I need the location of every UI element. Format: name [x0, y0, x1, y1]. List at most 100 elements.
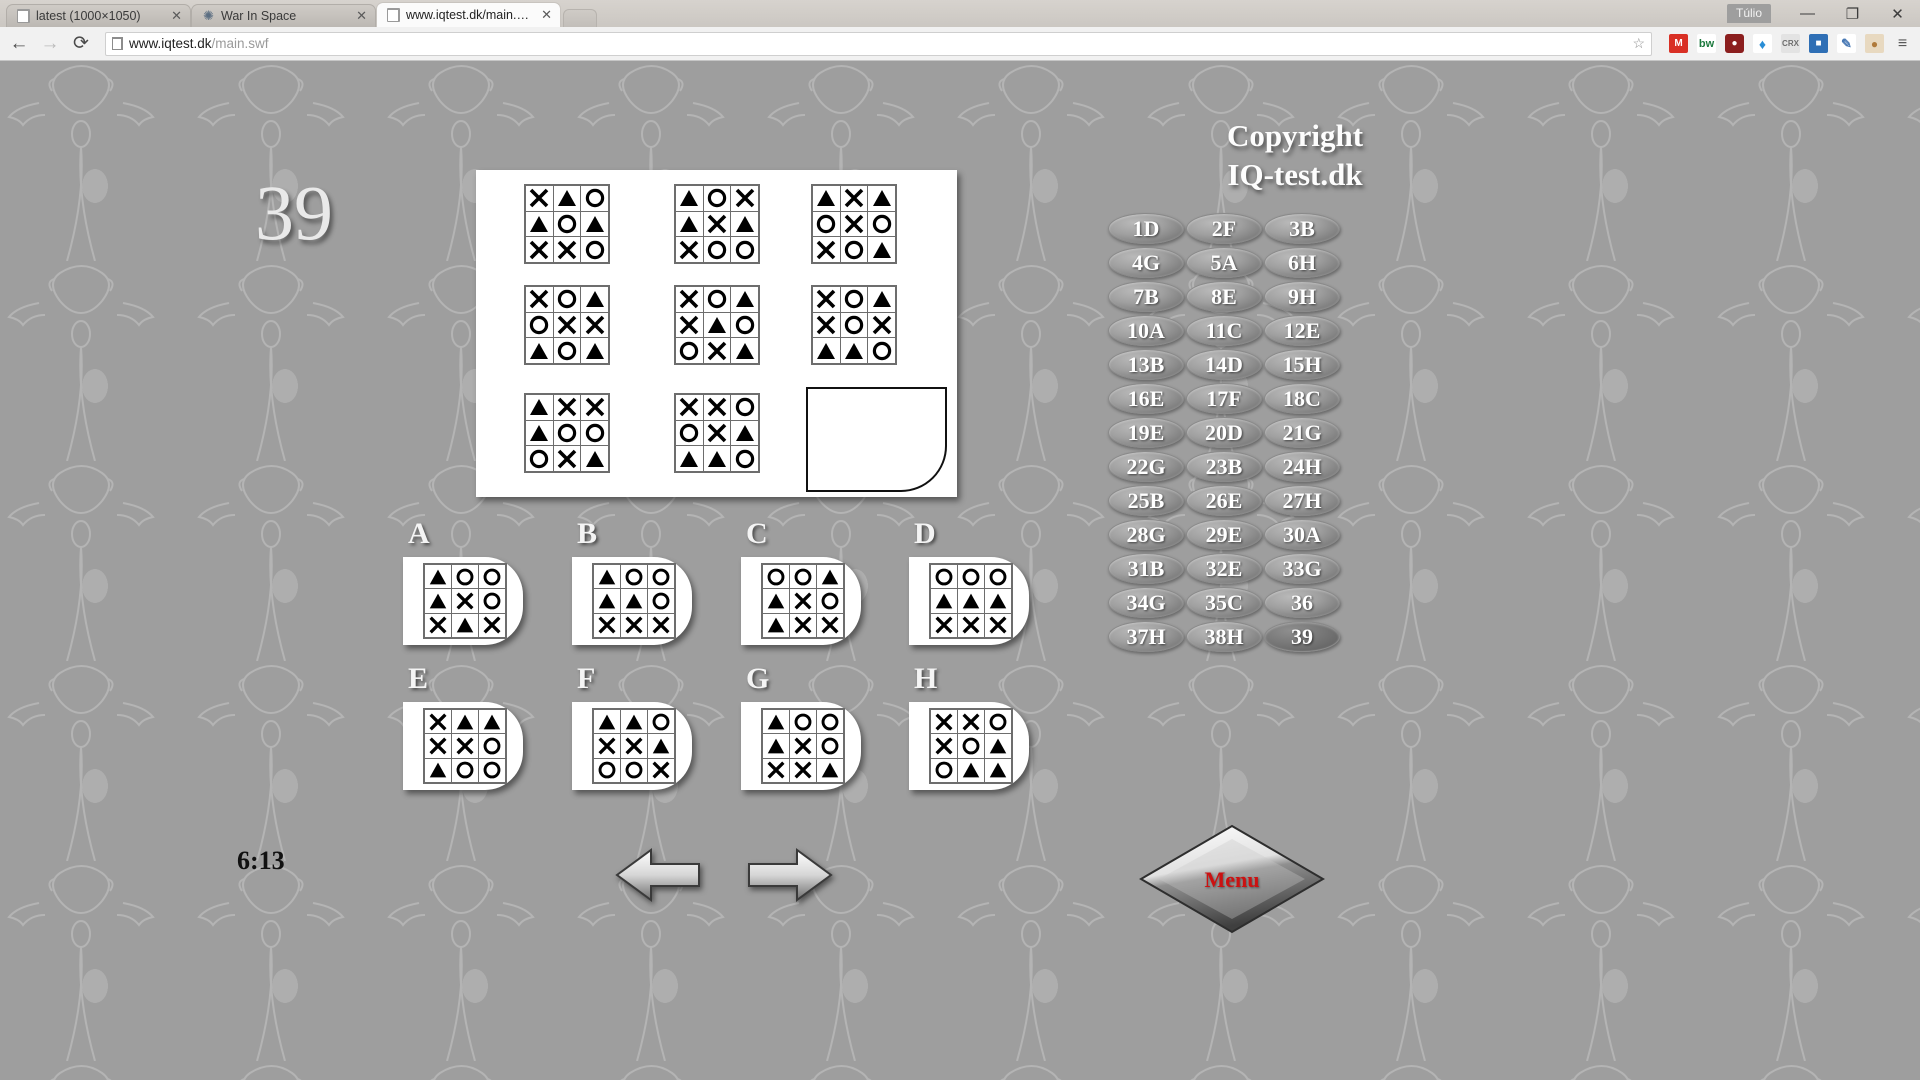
- grid-cell: [479, 565, 505, 589]
- copyright-line-1: Copyright: [1226, 118, 1364, 153]
- new-tab-button[interactable]: [563, 9, 597, 27]
- question-button-29e[interactable]: 29E: [1186, 519, 1262, 550]
- triangle-icon: [767, 593, 785, 609]
- triangle-icon: [530, 424, 549, 441]
- grid-cell: [648, 734, 674, 758]
- question-button-13b[interactable]: 13B: [1108, 349, 1184, 380]
- question-button-28g[interactable]: 28G: [1108, 519, 1184, 550]
- question-button-4g[interactable]: 4G: [1108, 247, 1184, 278]
- question-button-14d[interactable]: 14D: [1186, 349, 1262, 380]
- question-button-21g[interactable]: 21G: [1264, 417, 1340, 448]
- symbol-grid: [592, 563, 676, 639]
- bitwarden-icon[interactable]: bw: [1697, 34, 1716, 53]
- ublock-icon[interactable]: ●: [1725, 34, 1744, 53]
- gmail-icon[interactable]: M: [1669, 34, 1688, 53]
- circle-icon: [483, 592, 501, 610]
- question-button-36[interactable]: 36: [1264, 587, 1340, 618]
- question-button-16e[interactable]: 16E: [1108, 383, 1184, 414]
- question-button-30a[interactable]: 30A: [1264, 519, 1340, 550]
- menu-button[interactable]: Menu: [1137, 823, 1327, 935]
- question-button-7b[interactable]: 7B: [1108, 281, 1184, 312]
- crx-icon[interactable]: CRX: [1781, 34, 1800, 53]
- left-arrow-icon[interactable]: [613, 846, 703, 904]
- minimize-button[interactable]: —: [1785, 0, 1830, 27]
- tab-close-icon[interactable]: ✕: [541, 8, 552, 21]
- question-button-32e[interactable]: 32E: [1186, 553, 1262, 584]
- bookmark-star-icon[interactable]: ☆: [1632, 35, 1645, 52]
- question-button-11c[interactable]: 11C: [1186, 315, 1262, 346]
- question-button-25b[interactable]: 25B: [1108, 485, 1184, 516]
- grid-cell: [526, 287, 553, 312]
- question-button-6h[interactable]: 6H: [1264, 247, 1340, 278]
- grid-cell: [676, 338, 703, 363]
- question-button-26e[interactable]: 26E: [1186, 485, 1262, 516]
- palette-icon[interactable]: ●: [1865, 34, 1884, 53]
- question-button-2f[interactable]: 2F: [1186, 213, 1262, 244]
- back-button[interactable]: ←: [8, 33, 30, 55]
- question-button-37h[interactable]: 37H: [1108, 621, 1184, 652]
- option-label-f: F: [577, 662, 596, 695]
- cross-icon: [530, 240, 549, 259]
- browser-tab[interactable]: ✺ War In Space ✕: [191, 4, 376, 27]
- profile-name-chip[interactable]: Túlio: [1726, 4, 1771, 23]
- question-button-24h[interactable]: 24H: [1264, 451, 1340, 482]
- question-button-8e[interactable]: 8E: [1186, 281, 1262, 312]
- question-button-19e[interactable]: 19E: [1108, 417, 1184, 448]
- circle-icon: [557, 341, 577, 360]
- option-card-h[interactable]: [909, 702, 1029, 790]
- question-button-9h[interactable]: 9H: [1264, 281, 1340, 312]
- circle-icon: [735, 315, 754, 335]
- tab-close-icon[interactable]: ✕: [356, 9, 367, 22]
- question-button-20d[interactable]: 20D: [1186, 417, 1262, 448]
- question-button-3b[interactable]: 3B: [1264, 213, 1340, 244]
- option-card-f[interactable]: [572, 702, 692, 790]
- screenshot-icon[interactable]: ■: [1809, 34, 1828, 53]
- question-button-23b[interactable]: 23B: [1186, 451, 1262, 482]
- page-info-icon[interactable]: [112, 37, 123, 50]
- question-button-12e[interactable]: 12E: [1264, 315, 1340, 346]
- maximize-button[interactable]: ❐: [1830, 0, 1875, 27]
- forward-button[interactable]: →: [39, 33, 61, 55]
- question-button-17f[interactable]: 17F: [1186, 383, 1262, 414]
- reload-button[interactable]: ⟳: [70, 32, 92, 55]
- question-button-31b[interactable]: 31B: [1108, 553, 1184, 584]
- option-card-c[interactable]: [741, 557, 861, 645]
- tab-title: latest (1000×1050): [36, 9, 141, 23]
- circle-icon: [557, 214, 577, 234]
- question-button-39[interactable]: 39: [1264, 621, 1340, 652]
- question-button-27h[interactable]: 27H: [1264, 485, 1340, 516]
- question-button-10a[interactable]: 10A: [1108, 315, 1184, 346]
- question-button-15h[interactable]: 15H: [1264, 349, 1340, 380]
- notes-icon[interactable]: ✎: [1837, 34, 1856, 53]
- tab-close-icon[interactable]: ✕: [171, 9, 182, 22]
- close-window-button[interactable]: ✕: [1875, 0, 1920, 27]
- option-card-e[interactable]: [403, 702, 523, 790]
- option-card-a[interactable]: [403, 557, 523, 645]
- chrome-menu-icon[interactable]: ≡: [1893, 34, 1912, 53]
- question-button-33g[interactable]: 33G: [1264, 553, 1340, 584]
- grid-cell: [958, 565, 984, 589]
- grid-cell: [931, 758, 957, 782]
- question-button-22g[interactable]: 22G: [1108, 451, 1184, 482]
- circle-icon: [530, 449, 549, 468]
- option-card-b[interactable]: [572, 557, 692, 645]
- grid-cell: [581, 287, 608, 312]
- option-card-g[interactable]: [741, 702, 861, 790]
- triangle-icon: [872, 291, 891, 308]
- question-button-18c[interactable]: 18C: [1264, 383, 1340, 414]
- question-number: 39: [255, 169, 333, 256]
- question-button-35c[interactable]: 35C: [1186, 587, 1262, 618]
- circle-icon: [680, 341, 699, 360]
- address-bar[interactable]: www.iqtest.dk/main.swf ☆: [105, 31, 1652, 56]
- question-button-5a[interactable]: 5A: [1186, 247, 1262, 278]
- question-button-34g[interactable]: 34G: [1108, 587, 1184, 618]
- right-arrow-icon[interactable]: [745, 846, 835, 904]
- question-button-38h[interactable]: 38H: [1186, 621, 1262, 652]
- circle-icon: [844, 315, 864, 335]
- question-button-1d[interactable]: 1D: [1108, 213, 1184, 244]
- option-card-d[interactable]: [909, 557, 1029, 645]
- browser-tab[interactable]: latest (1000×1050) ✕: [6, 4, 191, 27]
- triangle-icon: [530, 215, 549, 232]
- browser-tab-active[interactable]: www.iqtest.dk/main.swf ✕: [376, 2, 561, 27]
- water-drop-icon[interactable]: ♦: [1753, 34, 1772, 53]
